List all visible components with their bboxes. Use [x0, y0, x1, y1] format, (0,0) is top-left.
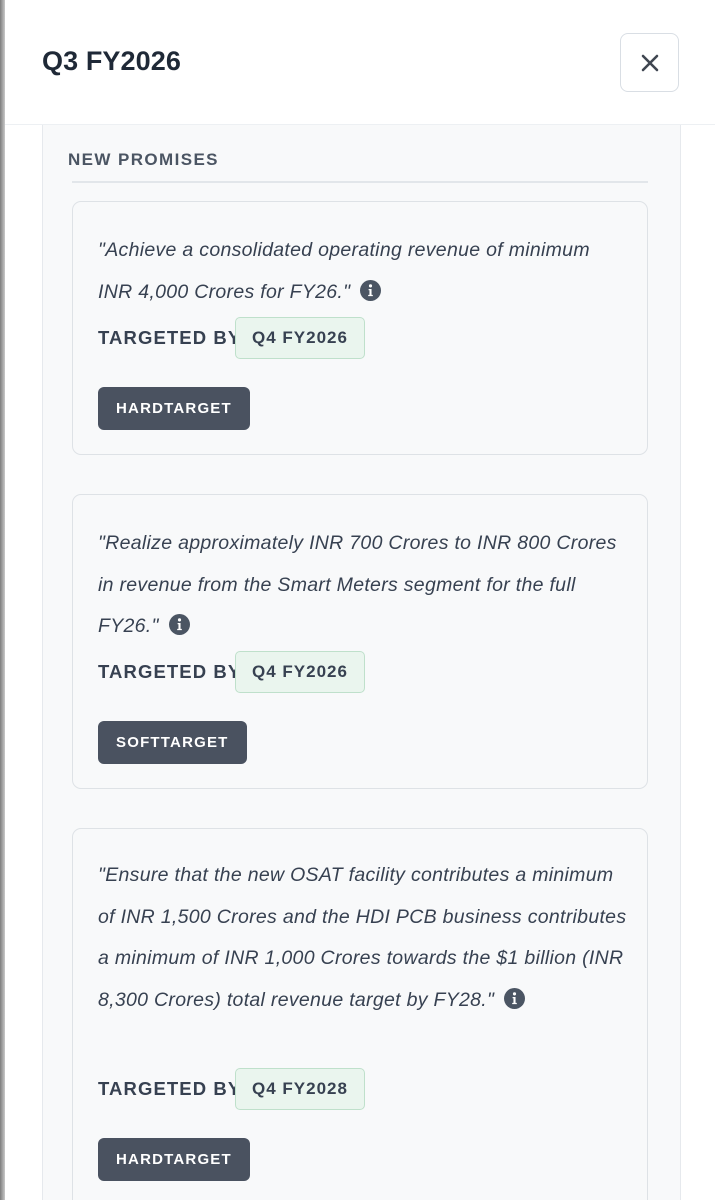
targeted-by-label: TARGETED BY [98, 1078, 242, 1099]
modal-title: Q3 FY2026 [42, 46, 181, 76]
close-button[interactable] [620, 33, 679, 92]
targeted-quarter-badge: Q4 FY2028 [235, 1068, 365, 1110]
promise-quote-text: "Achieve a consolidated operating revenu… [98, 239, 590, 303]
section-title: NEW PROMISES [68, 150, 219, 169]
promise-quote-text: "Ensure that the new OSAT facility contr… [98, 864, 627, 1011]
target-type-badge: SOFTTARGET [98, 721, 247, 764]
modal: Q3 FY2026 NEW PROMISES "Achieve a consol… [0, 0, 715, 1200]
targeted-by-label: TARGETED BY [98, 327, 242, 348]
info-icon[interactable] [504, 983, 526, 1025]
targeted-by-label: TARGETED BY [98, 661, 242, 682]
targeted-quarter-badge: Q4 FY2026 [235, 317, 365, 359]
info-icon[interactable] [168, 609, 190, 651]
promise-quote: "Realize approximately INR 700 Crores to… [98, 523, 628, 651]
info-icon[interactable] [360, 275, 382, 317]
targeted-quarter-badge: Q4 FY2026 [235, 651, 365, 693]
target-type-badge: HARDTARGET [98, 387, 250, 430]
close-icon [641, 54, 658, 71]
promise-card: "Ensure that the new OSAT facility contr… [72, 828, 648, 1200]
promise-quote: "Ensure that the new OSAT facility contr… [98, 855, 628, 1024]
promise-card: "Achieve a consolidated operating revenu… [72, 201, 648, 455]
promise-card: "Realize approximately INR 700 Crores to… [72, 494, 648, 789]
target-type-badge: HARDTARGET [98, 1138, 250, 1181]
promise-quote: "Achieve a consolidated operating revenu… [98, 230, 628, 316]
modal-header: Q3 FY2026 [5, 0, 715, 125]
section-divider [72, 181, 648, 183]
